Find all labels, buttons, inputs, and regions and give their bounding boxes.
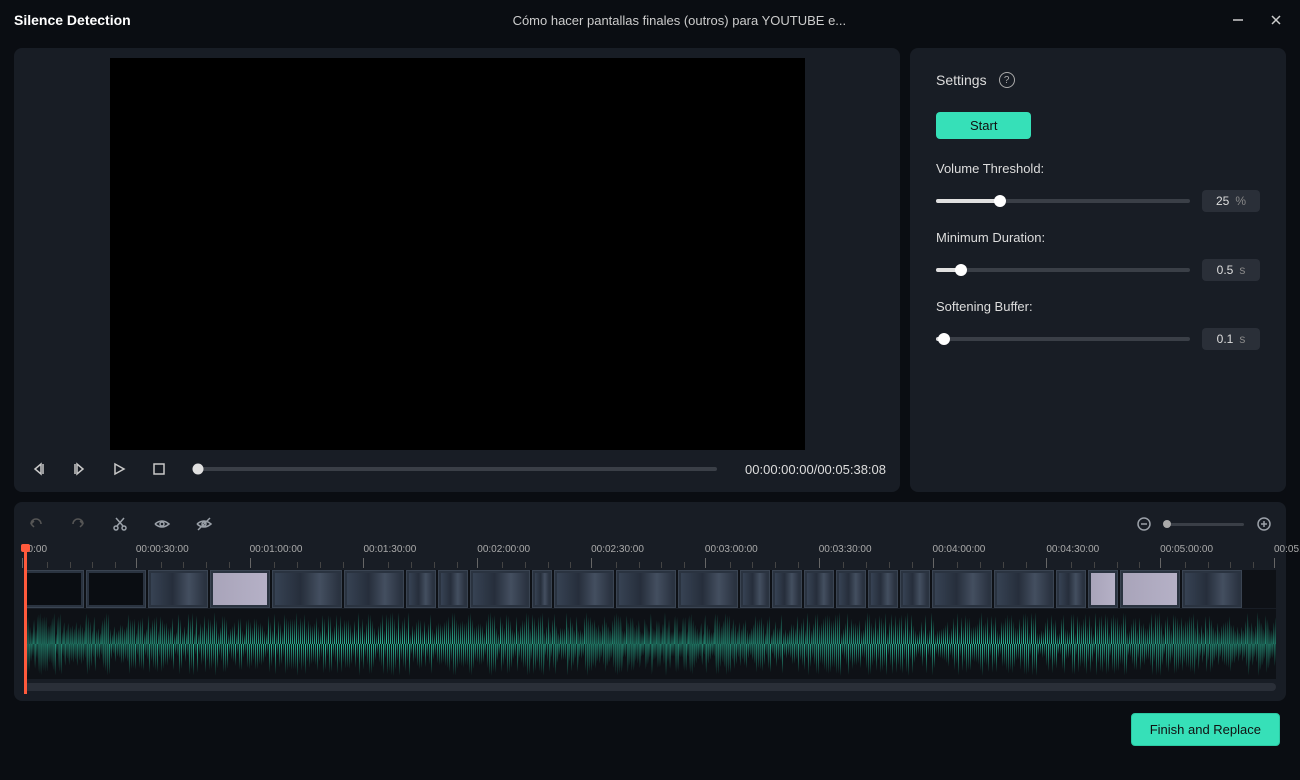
playhead[interactable] xyxy=(24,544,27,694)
clip[interactable] xyxy=(836,570,866,608)
playback-progress[interactable] xyxy=(198,467,717,471)
clip[interactable] xyxy=(868,570,898,608)
clip[interactable] xyxy=(272,570,342,608)
settings-panel: Settings ? Start Volume Threshold: 25% M… xyxy=(910,48,1286,492)
volume-threshold-slider[interactable] xyxy=(936,199,1190,203)
timeline-ruler[interactable]: 00:0000:00:30:0000:01:00:0000:01:30:0000… xyxy=(24,544,1276,570)
preview-visible-button[interactable] xyxy=(152,514,172,534)
clip[interactable] xyxy=(532,570,552,608)
undo-button[interactable] xyxy=(26,514,46,534)
ruler-label: 00:03:00:00 xyxy=(705,544,758,555)
clip[interactable] xyxy=(86,570,146,608)
minimize-button[interactable] xyxy=(1228,10,1248,30)
ruler-label: 00:04:00:00 xyxy=(933,544,986,555)
ruler-label: 00:01:00:00 xyxy=(250,544,303,555)
softening-buffer-value[interactable]: 0.1s xyxy=(1202,328,1260,350)
ruler-label: 00:05:30:00 xyxy=(1274,544,1300,555)
close-button[interactable] xyxy=(1266,10,1286,30)
clip[interactable] xyxy=(804,570,834,608)
clip[interactable] xyxy=(900,570,930,608)
volume-threshold-value[interactable]: 25% xyxy=(1202,190,1260,212)
zoom-out-button[interactable] xyxy=(1134,514,1154,534)
settings-header: Settings xyxy=(936,72,987,88)
softening-buffer-slider[interactable] xyxy=(936,337,1190,341)
clip[interactable] xyxy=(994,570,1054,608)
zoom-in-button[interactable] xyxy=(1254,514,1274,534)
clip[interactable] xyxy=(1182,570,1242,608)
help-icon[interactable]: ? xyxy=(999,72,1015,88)
ruler-label: 00:00:30:00 xyxy=(136,544,189,555)
clip[interactable] xyxy=(438,570,468,608)
preview-hidden-button[interactable] xyxy=(194,514,214,534)
time-readout: 00:00:00:00/00:05:38:08 xyxy=(745,462,886,477)
clip[interactable] xyxy=(406,570,436,608)
cut-button[interactable] xyxy=(110,514,130,534)
audio-track[interactable] xyxy=(24,609,1276,679)
clip[interactable] xyxy=(470,570,530,608)
minimum-duration-value[interactable]: 0.5s xyxy=(1202,259,1260,281)
clip[interactable] xyxy=(1088,570,1118,608)
clip[interactable] xyxy=(1120,570,1180,608)
zoom-slider[interactable] xyxy=(1164,523,1244,526)
ruler-label: 00:01:30:00 xyxy=(363,544,416,555)
clip[interactable] xyxy=(932,570,992,608)
ruler-label: 00:03:30:00 xyxy=(819,544,872,555)
video-track[interactable] xyxy=(24,570,1276,608)
prev-frame-button[interactable] xyxy=(28,458,50,480)
clip[interactable] xyxy=(24,570,84,608)
clip[interactable] xyxy=(148,570,208,608)
next-frame-button[interactable] xyxy=(68,458,90,480)
redo-button[interactable] xyxy=(68,514,88,534)
softening-buffer-label: Softening Buffer: xyxy=(936,299,1260,314)
start-button[interactable]: Start xyxy=(936,112,1031,139)
window-title: Silence Detection xyxy=(14,12,131,28)
ruler-label: 00:04:30:00 xyxy=(1046,544,1099,555)
preview-panel: 00:00:00:00/00:05:38:08 xyxy=(14,48,900,492)
play-button[interactable] xyxy=(108,458,130,480)
minimum-duration-slider[interactable] xyxy=(936,268,1190,272)
file-name: Cómo hacer pantallas finales (outros) pa… xyxy=(131,13,1228,28)
clip[interactable] xyxy=(740,570,770,608)
ruler-label: 00:02:00:00 xyxy=(477,544,530,555)
clip[interactable] xyxy=(210,570,270,608)
ruler-label: 00:05:00:00 xyxy=(1160,544,1213,555)
stop-button[interactable] xyxy=(148,458,170,480)
clip[interactable] xyxy=(678,570,738,608)
clip[interactable] xyxy=(616,570,676,608)
ruler-label: 00:02:30:00 xyxy=(591,544,644,555)
timeline-scrollbar[interactable] xyxy=(24,683,1276,691)
volume-threshold-label: Volume Threshold: xyxy=(936,161,1260,176)
waveform-icon xyxy=(24,609,1276,679)
clip[interactable] xyxy=(1056,570,1086,608)
clip[interactable] xyxy=(344,570,404,608)
finish-replace-button[interactable]: Finish and Replace xyxy=(1131,713,1280,746)
minimum-duration-label: Minimum Duration: xyxy=(936,230,1260,245)
clip[interactable] xyxy=(772,570,802,608)
video-preview[interactable] xyxy=(110,58,805,450)
titlebar: Silence Detection Cómo hacer pantallas f… xyxy=(0,0,1300,40)
timeline-section: 00:0000:00:30:0000:01:00:0000:01:30:0000… xyxy=(14,502,1286,701)
clip[interactable] xyxy=(554,570,614,608)
